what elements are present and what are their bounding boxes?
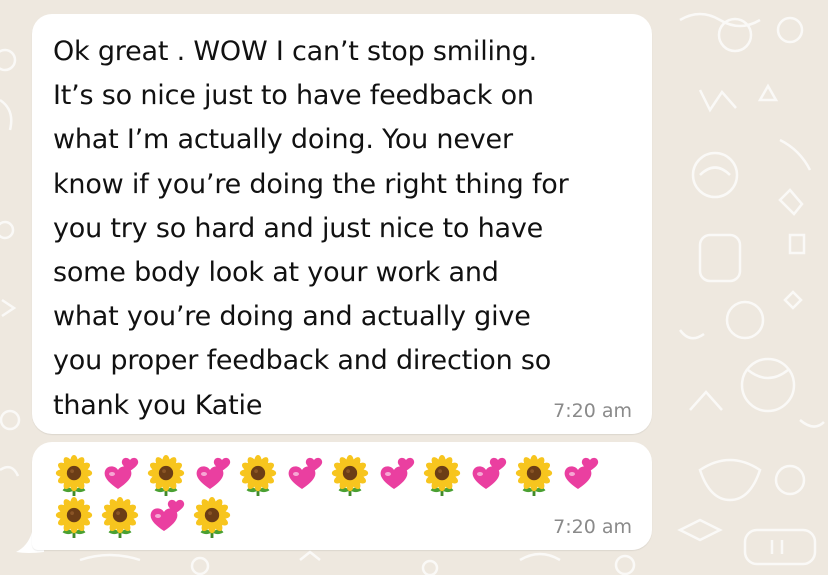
message-timestamp: 7:20 am [553,516,632,538]
sunflower-emoji [238,454,284,496]
growing-heart-emoji [468,454,514,496]
message-bubble-emoji[interactable]: 7:20 am [32,442,652,550]
message-bubble[interactable]: Ok great . WOW I can’t stop smiling. It’… [32,14,652,434]
message-timestamp: 7:20 am [553,400,632,422]
growing-heart-emoji [376,454,422,496]
growing-heart-emoji [192,454,238,496]
sunflower-emoji [54,496,100,538]
emoji-message [54,454,634,538]
message-text: Ok great . WOW I can’t stop smiling. It’… [53,36,569,421]
growing-heart-emoji [146,496,192,538]
growing-heart-emoji [284,454,330,496]
sunflower-emoji [514,454,560,496]
growing-heart-emoji [560,454,606,496]
sunflower-emoji [330,454,376,496]
sunflower-emoji [100,496,146,538]
sunflower-emoji [54,454,100,496]
sunflower-emoji [422,454,468,496]
growing-heart-emoji [100,454,146,496]
emoji-row [54,454,634,496]
emoji-row [54,496,634,538]
sunflower-emoji [146,454,192,496]
sunflower-emoji [192,496,238,538]
